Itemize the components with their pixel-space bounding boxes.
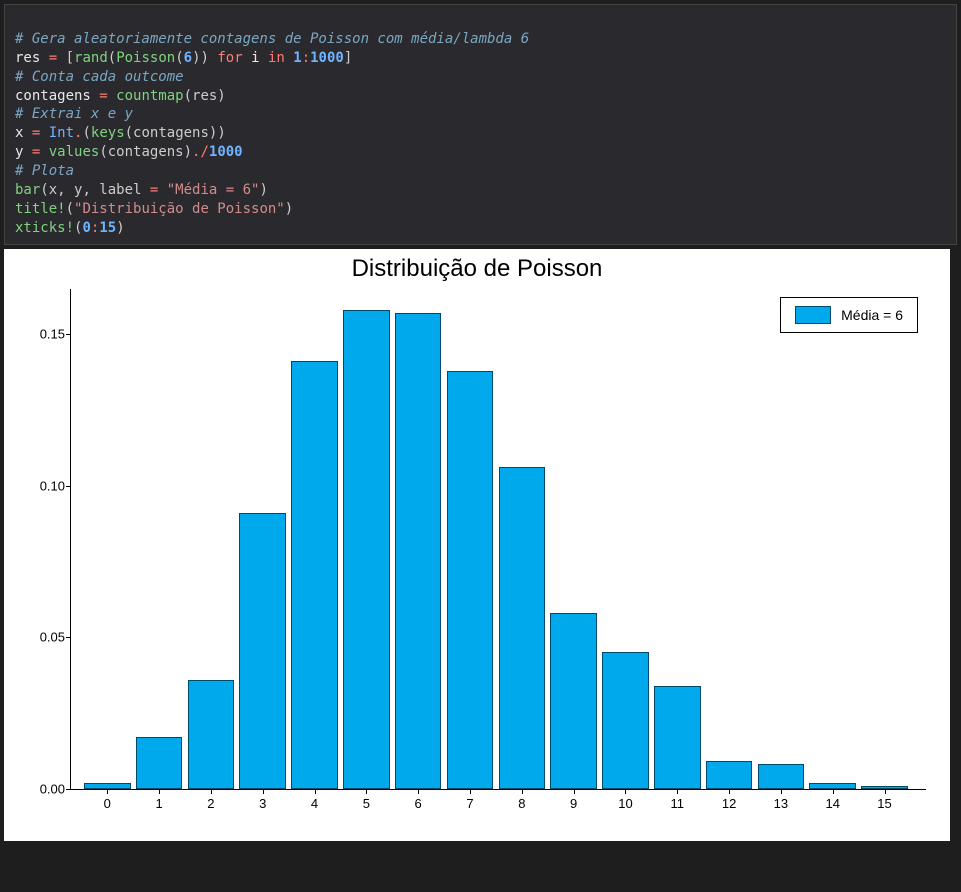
plot-area: Média = 6 0.000.050.100.1501234567891011… xyxy=(70,289,926,790)
y-tick-label: 0.15 xyxy=(21,327,65,342)
x-tick-label: 0 xyxy=(104,796,111,811)
code-token: )) xyxy=(192,50,209,66)
chart-bar xyxy=(550,613,597,789)
code-token: countmap xyxy=(116,88,183,104)
code-token: 15 xyxy=(99,220,116,236)
x-tick-label: 6 xyxy=(415,796,422,811)
x-tick-label: 14 xyxy=(825,796,839,811)
code-token: 6 xyxy=(184,50,192,66)
legend-swatch xyxy=(795,306,831,324)
chart-bar xyxy=(758,764,805,788)
code-token: (contagens)) xyxy=(125,125,226,141)
chart-bar xyxy=(239,513,286,789)
code-token: xticks! xyxy=(15,220,74,236)
x-tick-label: 3 xyxy=(259,796,266,811)
code-token: 1000 xyxy=(209,144,243,160)
chart-bar xyxy=(291,361,338,788)
code-token: 1000 xyxy=(310,50,344,66)
code-token: keys xyxy=(91,125,125,141)
code-token: res xyxy=(15,50,40,66)
chart-bar xyxy=(84,783,131,789)
code-token: for xyxy=(209,50,251,66)
x-tick-label: 11 xyxy=(671,796,685,811)
x-tick-label: 15 xyxy=(877,796,891,811)
code-token: Poisson xyxy=(116,50,175,66)
code-token: "Média = 6" xyxy=(167,182,260,198)
code-cell: # Gera aleatoriamente contagens de Poiss… xyxy=(4,4,957,245)
code-token: contagens xyxy=(15,88,91,104)
code-comment: # Conta cada outcome xyxy=(15,69,184,85)
chart-bar xyxy=(654,686,701,789)
chart-bar xyxy=(395,313,442,789)
x-tick-label: 7 xyxy=(466,796,473,811)
code-token: "Distribuição de Poisson" xyxy=(74,201,285,217)
x-tick-label: 5 xyxy=(363,796,370,811)
chart-output: Distribuição de Poisson Média = 6 0.000.… xyxy=(4,249,950,841)
code-token: i xyxy=(251,50,259,66)
code-token: [ xyxy=(66,50,74,66)
code-token: ( xyxy=(82,125,90,141)
chart-bar xyxy=(706,761,753,788)
chart-bar xyxy=(602,652,649,788)
code-token: = xyxy=(23,125,48,141)
code-token: = xyxy=(91,88,116,104)
chart-bar xyxy=(188,680,235,789)
code-token: ( xyxy=(108,50,116,66)
code-token: 0 xyxy=(82,220,90,236)
code-token: = xyxy=(40,50,65,66)
chart-legend: Média = 6 xyxy=(780,297,918,333)
x-tick-label: 2 xyxy=(207,796,214,811)
x-tick-label: 13 xyxy=(774,796,788,811)
chart-bar xyxy=(861,786,908,789)
x-tick-label: 1 xyxy=(155,796,162,811)
y-tick-label: 0.10 xyxy=(21,478,65,493)
code-token: 1 xyxy=(293,50,301,66)
code-token: : xyxy=(302,50,310,66)
code-token: ) xyxy=(285,201,293,217)
code-token: ./ xyxy=(192,144,209,160)
chart-bar xyxy=(499,467,546,788)
code-token: (contagens) xyxy=(99,144,192,160)
chart-title: Distribuição de Poisson xyxy=(12,255,942,283)
code-comment: # Gera aleatoriamente contagens de Poiss… xyxy=(15,31,529,47)
code-token: ( xyxy=(175,50,183,66)
x-tick-label: 4 xyxy=(311,796,318,811)
y-tick-label: 0.05 xyxy=(21,630,65,645)
y-tick-label: 0.00 xyxy=(21,781,65,796)
code-token: values xyxy=(49,144,100,160)
code-comment: # Plota xyxy=(15,163,74,179)
x-tick-label: 12 xyxy=(722,796,736,811)
code-token: in xyxy=(260,50,294,66)
chart-bar xyxy=(136,737,183,789)
legend-label: Média = 6 xyxy=(841,307,903,323)
x-tick-label: 8 xyxy=(518,796,525,811)
code-token: = xyxy=(150,182,167,198)
code-token: rand xyxy=(74,50,108,66)
code-token: title! xyxy=(15,201,66,217)
code-token: (res) xyxy=(184,88,226,104)
code-token: ) xyxy=(259,182,267,198)
code-token: (x, y, label xyxy=(40,182,150,198)
chart-bar xyxy=(809,783,856,789)
code-token: = xyxy=(23,144,48,160)
x-tick-label: 10 xyxy=(618,796,632,811)
code-comment: # Extrai x e y xyxy=(15,106,133,122)
code-token: ( xyxy=(66,201,74,217)
code-token: bar xyxy=(15,182,40,198)
code-token: ) xyxy=(116,220,124,236)
code-token: Int xyxy=(49,125,74,141)
code-token: ] xyxy=(344,50,352,66)
chart-bar xyxy=(343,310,390,789)
chart-bar xyxy=(447,371,494,789)
x-tick-label: 9 xyxy=(570,796,577,811)
